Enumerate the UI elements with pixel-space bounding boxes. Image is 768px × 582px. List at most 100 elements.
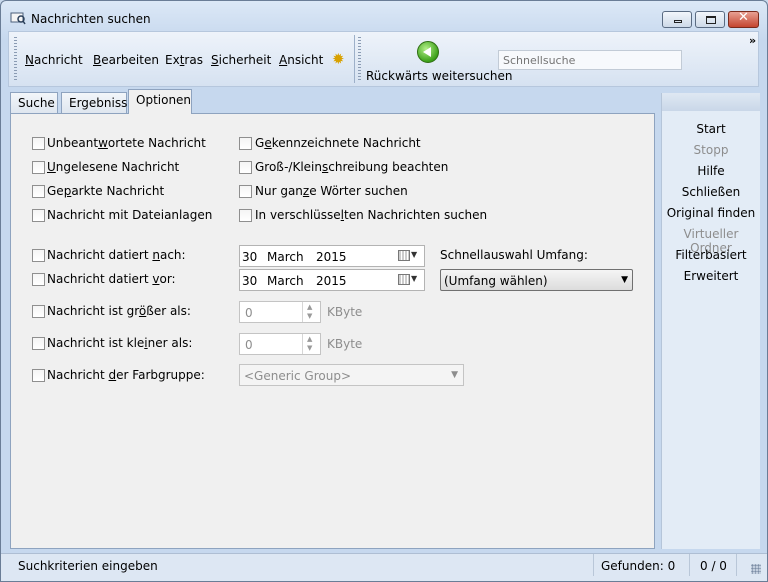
quick-scope-select[interactable]: (Umfang wählen) ▼ [440,269,633,291]
quick-scope-label: Schnellauswahl Umfang: [440,248,588,262]
status-divider [736,554,737,576]
maximize-button[interactable] [695,11,725,28]
resize-grip-icon[interactable] [751,564,761,574]
larger-than-checkbox[interactable] [32,305,45,318]
unanswered-checkbox[interactable] [32,137,45,150]
chevron-up-icon[interactable]: ▲ [307,303,312,311]
label-text: Nachricht datiert [47,272,153,286]
chevron-up-icon[interactable]: ▲ [307,335,312,343]
encrypted-label[interactable]: In verschlüsselten Nachrichten suchen [255,208,487,222]
advanced-button[interactable]: Erweitert [662,269,760,283]
menu-nachricht[interactable]: Nachricht [25,53,83,67]
menu-label: Ex [165,53,180,67]
label-text: ach: [159,248,186,262]
larger-than-label[interactable]: Nachricht ist größer als: [47,304,191,318]
toolbar-grip[interactable] [358,37,361,81]
menu-mnemonic: S [211,53,219,67]
calendar-icon[interactable] [398,274,410,285]
search-window: Nachrichten suchen ✕ Nachricht Bearbeite… [0,0,768,582]
date-year[interactable]: 2015 [316,274,347,288]
chevron-down-icon[interactable]: ▼ [307,312,312,320]
attachments-checkbox[interactable] [32,209,45,222]
menu-label: icherheit [218,53,272,67]
smaller-than-stepper[interactable]: 0 ▲ ▼ [239,333,321,355]
date-year[interactable]: 2015 [316,250,347,264]
minimize-button[interactable] [662,11,692,28]
gear-icon[interactable]: ✹ [332,51,348,67]
parked-checkbox[interactable] [32,185,45,198]
minimize-icon [674,20,682,23]
larger-than-stepper[interactable]: 0 ▲ ▼ [239,301,321,323]
color-group-select[interactable]: <Generic Group> ▼ [239,364,464,386]
chevron-down-icon[interactable]: ▼ [307,344,312,352]
label-text: ßer als: [146,304,191,318]
date-month[interactable]: March [267,250,304,264]
label-text: kennzeichnete Nachricht [271,136,421,150]
quick-search-input[interactable] [498,50,682,70]
find-original-button[interactable]: Original finden [662,206,760,220]
flagged-checkbox[interactable] [239,137,252,150]
chevron-down-icon[interactable]: ▼ [411,274,417,283]
dated-after-label[interactable]: Nachricht datiert nach: [47,248,186,262]
case-sensitive-label[interactable]: Groß-/Kleinschreibung beachten [255,160,448,174]
tab-optionen[interactable]: Optionen [128,89,192,114]
whole-words-label[interactable]: Nur ganze Wörter suchen [255,184,408,198]
menu-ansicht[interactable]: Ansicht [279,53,323,67]
search-backward-icon[interactable] [417,41,439,63]
smaller-than-label[interactable]: Nachricht ist kleiner als: [47,336,192,350]
menu-bearbeiten[interactable]: Bearbeiten [93,53,159,67]
unanswered-label[interactable]: Unbeantwortete Nachricht [47,136,206,150]
date-month[interactable]: March [267,274,304,288]
label-text: or: [159,272,176,286]
stop-button[interactable]: Stopp [662,143,760,157]
unread-label[interactable]: Ungelesene Nachricht [47,160,179,174]
menu-label: ras [184,53,203,67]
color-group-checkbox[interactable] [32,369,45,382]
date-day[interactable]: 30 [242,250,257,264]
menu-extras[interactable]: Extras [165,53,203,67]
chevron-down-icon[interactable]: ▼ [411,250,417,259]
dated-before-date-picker[interactable]: 30 March 2015 ▼ [239,269,425,291]
close-dialog-button[interactable]: Schließen [662,185,760,199]
tab-suche[interactable]: Suche [10,92,58,113]
label-text: Groß-/Klein [255,160,322,174]
found-count: Gefunden: 0 [601,559,676,573]
status-bar: Suchkriterien eingeben Gefunden: 0 0 / 0 [1,553,767,581]
search-messages-icon [10,12,26,25]
close-button[interactable]: ✕ [728,10,759,28]
label-mnemonic: w [98,136,108,150]
toolbar-grip[interactable] [14,37,17,81]
attachments-label[interactable]: Nachricht mit Dateianlagen [47,208,212,222]
menu-sicherheit[interactable]: Sicherheit [211,53,271,67]
unread-checkbox[interactable] [32,161,45,174]
start-button[interactable]: Start [662,122,760,136]
label-text: Ge [47,184,64,198]
encrypted-checkbox[interactable] [239,209,252,222]
dated-before-label[interactable]: Nachricht datiert vor: [47,272,176,286]
tab-ergebnisse[interactable]: Ergebnisse [61,92,135,113]
action-sidebar: Start Stopp Hilfe Schließen Original fin… [661,93,760,549]
case-sensitive-checkbox[interactable] [239,161,252,174]
filter-based-button[interactable]: Filterbasiert [662,248,760,262]
color-group-label[interactable]: Nachricht der Farbgruppe: [47,368,205,382]
label-text: arkte Nachricht [71,184,165,198]
smaller-than-value: 0 [245,338,253,352]
smaller-than-checkbox[interactable] [32,337,45,350]
label-mnemonic: e [264,136,272,150]
toolbar-overflow-icon[interactable]: » [749,34,756,47]
date-day[interactable]: 30 [242,274,257,288]
dated-after-checkbox[interactable] [32,249,45,262]
calendar-icon[interactable] [398,250,410,261]
dated-before-checkbox[interactable] [32,273,45,286]
search-backward-button[interactable]: Rückwärts weitersuchen [366,69,512,83]
whole-words-checkbox[interactable] [239,185,252,198]
help-button[interactable]: Hilfe [662,164,760,178]
stepper-buttons[interactable]: ▲ ▼ [302,302,320,322]
toolbar-separator [354,35,355,83]
dated-after-date-picker[interactable]: 30 March 2015 ▼ [239,245,425,267]
label-text: ortete Nachricht [107,136,206,150]
stepper-buttons[interactable]: ▲ ▼ [302,334,320,354]
flagged-label[interactable]: Gekennzeichnete Nachricht [255,136,421,150]
parked-label[interactable]: Geparkte Nachricht [47,184,164,198]
status-divider [593,554,594,576]
